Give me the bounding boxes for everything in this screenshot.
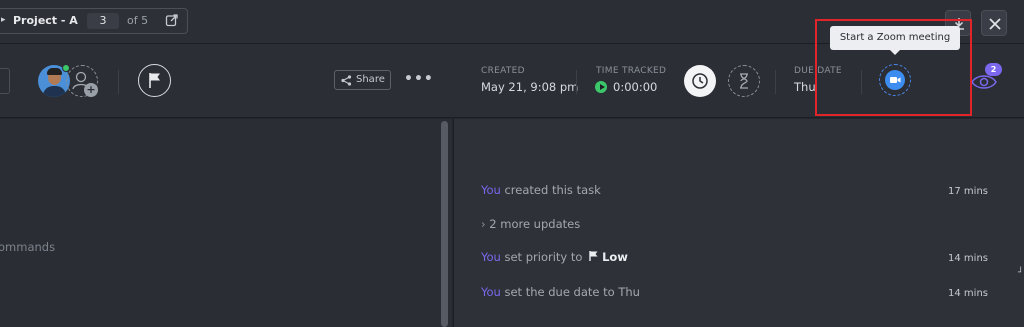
activity-item: You set the due date to Thu xyxy=(481,285,640,299)
activity-text: set the due date to Thu xyxy=(500,285,640,299)
activity-item: You set priority to Low xyxy=(481,250,628,264)
commands-hint: ommands xyxy=(0,240,56,254)
timer-button[interactable] xyxy=(684,65,716,97)
plus-icon[interactable]: + xyxy=(84,83,98,97)
created-label: CREATED xyxy=(481,66,525,76)
share-button[interactable]: Share xyxy=(334,70,391,90)
hourglass-icon xyxy=(740,73,748,89)
clock-icon xyxy=(692,73,708,89)
activity-user[interactable]: You xyxy=(481,250,501,264)
more-options-button[interactable]: ••• xyxy=(404,71,434,87)
scrollbar[interactable] xyxy=(441,121,448,327)
time-estimate-button[interactable] xyxy=(728,65,760,97)
divider xyxy=(576,70,577,94)
priority-value: Low xyxy=(602,250,628,264)
created-value: May 21, 9:08 pm xyxy=(481,80,579,94)
share-icon xyxy=(341,75,352,86)
activity-time: 17 mins xyxy=(948,186,988,197)
close-button[interactable] xyxy=(981,10,1007,36)
highlight-box xyxy=(815,19,972,116)
activity-user[interactable]: You xyxy=(481,183,501,197)
flag-icon xyxy=(149,73,160,88)
task-description-pane[interactable] xyxy=(0,119,452,327)
activity-time: 14 mins xyxy=(948,288,988,299)
activity-text: created this task xyxy=(500,183,601,197)
page-total: of 5 xyxy=(127,14,149,27)
time-tracked-value[interactable]: 0:00:00 xyxy=(613,80,657,94)
edge-glyph: ┘ xyxy=(1018,268,1024,278)
activity-time: 14 mins xyxy=(948,253,988,264)
divider xyxy=(118,70,119,94)
divider xyxy=(775,70,776,94)
play-icon[interactable] xyxy=(595,81,607,93)
activity-item: You created this task xyxy=(481,183,601,197)
due-date-value[interactable]: Thu xyxy=(794,80,816,94)
flag-icon xyxy=(589,251,598,261)
status-button[interactable] xyxy=(0,68,10,94)
chevron-right-icon: › xyxy=(481,217,486,231)
activity-user[interactable]: You xyxy=(481,285,501,299)
time-tracked-label: TIME TRACKED xyxy=(596,66,667,76)
share-label: Share xyxy=(356,74,385,85)
caret-icon[interactable]: ▸ xyxy=(1,15,6,25)
more-updates-label: 2 more updates xyxy=(489,217,581,231)
page-number-input[interactable]: 3 xyxy=(87,13,119,29)
close-icon xyxy=(989,18,1001,30)
more-updates-toggle[interactable]: › 2 more updates xyxy=(481,217,580,231)
open-external-icon[interactable] xyxy=(165,13,179,27)
watchers-count-badge: 2 xyxy=(985,63,1002,76)
activity-text: set priority to xyxy=(500,250,587,264)
task-breadcrumb[interactable]: ▸ Project - A 3 of 5 xyxy=(0,8,188,34)
project-name[interactable]: Project - A xyxy=(13,14,78,27)
priority-flag-button[interactable] xyxy=(138,64,171,97)
